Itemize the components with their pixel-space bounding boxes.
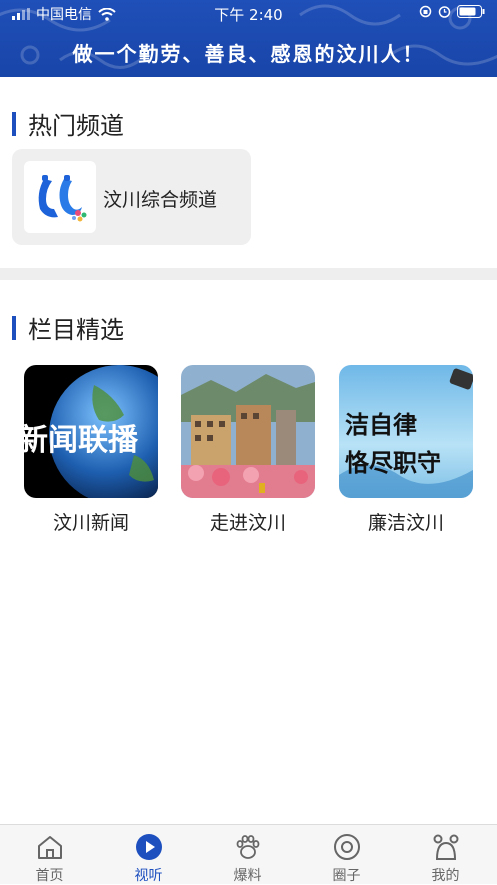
news-thumbnail: 新闻联播: [24, 365, 158, 498]
profile-icon: [433, 834, 459, 860]
status-bar: 中国电信 下午 2:40: [0, 0, 497, 26]
app-header: 中国电信 下午 2:40 做一个勤劳、善良、感恩的汶川人！: [0, 0, 497, 77]
section-accent-bar: [12, 315, 16, 340]
section-divider: [0, 268, 497, 280]
tab-profile[interactable]: 我的: [396, 825, 495, 884]
tab-home[interactable]: 首页: [0, 825, 99, 884]
section-accent-bar: [12, 111, 16, 136]
tab-media[interactable]: 视听: [99, 825, 198, 884]
integrity-thumb-text-1: 洁自律: [345, 410, 417, 439]
tab-report[interactable]: 爆料: [198, 825, 297, 884]
tab-label: 视听: [134, 868, 163, 884]
column-label: 走进汶川: [209, 512, 286, 534]
tab-label: 首页: [35, 868, 64, 884]
bottom-tab-bar: 首页 视听 爆料 圈子 我的: [0, 824, 497, 884]
channel-card[interactable]: 汶川综合频道: [12, 149, 251, 245]
channel-logo: [24, 161, 96, 233]
tab-label: 爆料: [233, 868, 262, 884]
tab-label: 我的: [431, 868, 460, 884]
column-label: 汶川新闻: [52, 512, 129, 534]
hot-channels-heading: 热门频道: [12, 106, 124, 141]
alarm-icon: [438, 6, 451, 18]
column-item-integrity[interactable]: 洁自律 恪尽职守 廉洁汶川: [339, 365, 473, 535]
column-item-explore[interactable]: 走进汶川: [181, 365, 315, 535]
column-item-news[interactable]: 新闻联播 汶川新闻: [24, 365, 158, 535]
play-icon: [136, 834, 162, 860]
explore-thumbnail: [181, 365, 315, 498]
hot-channels-title: 热门频道: [28, 112, 124, 140]
integrity-thumb-text-2: 恪尽职守: [345, 448, 441, 477]
home-icon: [38, 836, 62, 859]
column-label: 廉洁汶川: [367, 512, 444, 534]
battery-icon: [457, 5, 485, 18]
tab-circle[interactable]: 圈子: [297, 825, 396, 884]
rotation-lock-icon: [419, 5, 432, 18]
tab-label: 圈子: [332, 868, 361, 884]
header-slogan: 做一个勤劳、善良、感恩的汶川人！: [72, 42, 425, 66]
columns-heading: 栏目精选: [12, 310, 124, 345]
news-thumb-text: 新闻联播: [24, 423, 138, 458]
channel-name: 汶川综合频道: [103, 189, 218, 211]
paw-icon: [236, 835, 260, 859]
circle-icon: [334, 834, 360, 860]
columns-title: 栏目精选: [28, 316, 124, 344]
integrity-thumbnail: 洁自律 恪尽职守: [339, 365, 473, 498]
